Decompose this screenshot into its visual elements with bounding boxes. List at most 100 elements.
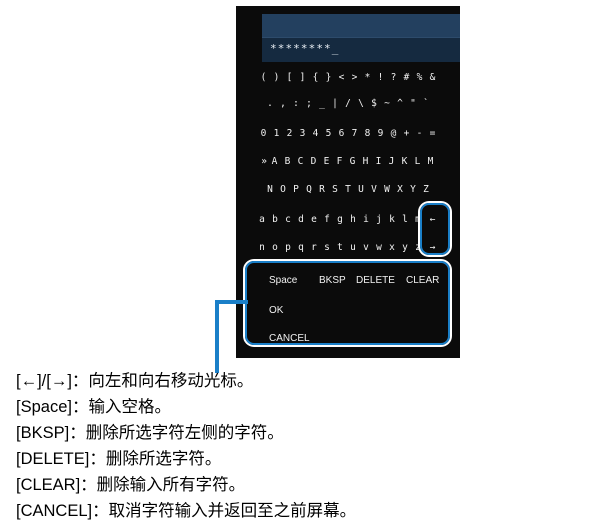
character-key[interactable]: 0 (257, 124, 270, 144)
character-row-uppercase-1[interactable]: » A B C D E F G H I J K L M (236, 152, 460, 172)
character-key[interactable]: , (277, 94, 290, 114)
character-key[interactable]: P (290, 180, 303, 200)
character-key[interactable]: G (346, 152, 359, 172)
character-key[interactable]: : (290, 94, 303, 114)
character-row-lowercase-1[interactable]: a b c d e f g h i j k l m ← (236, 210, 460, 230)
character-key[interactable]: ] (296, 68, 309, 88)
character-key[interactable]: 2 (283, 124, 296, 144)
character-key[interactable]: f (321, 210, 334, 230)
character-key[interactable]: W (381, 180, 394, 200)
character-row-uppercase-2[interactable]: NOPQRSTUVWXYZ (236, 180, 460, 200)
character-key[interactable]: N (264, 180, 277, 200)
character-key[interactable]: @ (387, 124, 400, 144)
character-key[interactable]: X (394, 180, 407, 200)
character-key[interactable]: U (355, 180, 368, 200)
character-key[interactable]: 1 (270, 124, 283, 144)
character-key[interactable]: \ (355, 94, 368, 114)
character-key[interactable]: s (321, 238, 334, 258)
character-key[interactable]: _ (316, 94, 329, 114)
ok-button[interactable]: OK (269, 302, 283, 320)
character-key[interactable]: ~ (381, 94, 394, 114)
character-key[interactable]: V (368, 180, 381, 200)
character-key[interactable]: n (256, 238, 269, 258)
character-row-lowercase-2[interactable]: n o p q r s t u v w x y z → (236, 238, 460, 258)
character-key[interactable]: k (386, 210, 399, 230)
character-key[interactable]: K (398, 152, 411, 172)
character-key[interactable]: C (294, 152, 307, 172)
character-key[interactable]: ` (420, 94, 433, 114)
character-key[interactable]: M (424, 152, 437, 172)
character-key[interactable]: p (282, 238, 295, 258)
character-key[interactable]: z (412, 238, 425, 258)
character-key[interactable]: 8 (361, 124, 374, 144)
character-key[interactable]: ^ (394, 94, 407, 114)
character-key[interactable]: = (426, 124, 439, 144)
character-key[interactable]: R (316, 180, 329, 200)
clear-button[interactable]: CLEAR (406, 272, 439, 290)
character-key[interactable]: S (329, 180, 342, 200)
character-key[interactable]: + (400, 124, 413, 144)
character-key[interactable]: Y (407, 180, 420, 200)
character-key[interactable]: B (281, 152, 294, 172)
arrow-left-icon[interactable]: ← (425, 210, 441, 230)
character-key[interactable]: ! (374, 68, 387, 88)
character-row-symbols-2[interactable]: .,:; _ | / \ $ ~ ^ " ` (236, 94, 460, 114)
character-key[interactable]: O (277, 180, 290, 200)
character-key[interactable]: F (333, 152, 346, 172)
character-key[interactable]: H (359, 152, 372, 172)
character-key[interactable]: Z (420, 180, 433, 200)
character-key[interactable]: x (386, 238, 399, 258)
character-key[interactable]: Q (303, 180, 316, 200)
character-key[interactable]: 3 (296, 124, 309, 144)
space-button[interactable]: Space (269, 272, 297, 290)
character-key[interactable]: w (373, 238, 386, 258)
character-key[interactable]: # (400, 68, 413, 88)
character-key[interactable]: J (385, 152, 398, 172)
character-key[interactable]: d (295, 210, 308, 230)
character-key[interactable]: a (256, 210, 269, 230)
character-key[interactable]: q (295, 238, 308, 258)
character-key[interactable]: u (347, 238, 360, 258)
character-key[interactable]: ) (270, 68, 283, 88)
character-key[interactable]: e (308, 210, 321, 230)
character-key[interactable]: t (334, 238, 347, 258)
character-key[interactable]: D (307, 152, 320, 172)
character-key[interactable]: 9 (374, 124, 387, 144)
character-key[interactable]: " (407, 94, 420, 114)
character-key[interactable]: o (269, 238, 282, 258)
character-key[interactable]: A (268, 152, 281, 172)
character-key[interactable]: L (411, 152, 424, 172)
delete-button[interactable]: DELETE (356, 272, 395, 290)
arrow-right-icon[interactable]: → (425, 238, 441, 258)
character-key[interactable]: 5 (322, 124, 335, 144)
character-key[interactable]: y (399, 238, 412, 258)
character-key[interactable]: % (413, 68, 426, 88)
character-key[interactable]: r (308, 238, 321, 258)
character-key[interactable]: - (413, 124, 426, 144)
character-key[interactable]: < (335, 68, 348, 88)
character-key[interactable]: [ (283, 68, 296, 88)
character-key[interactable]: b (269, 210, 282, 230)
character-key[interactable]: j (373, 210, 386, 230)
character-key[interactable]: | (329, 94, 342, 114)
character-key[interactable]: * (361, 68, 374, 88)
character-key[interactable]: m (412, 210, 425, 230)
character-row-symbols-1[interactable]: ()[]{} < > *!? #% & (236, 68, 460, 88)
character-key[interactable]: 4 (309, 124, 322, 144)
character-key[interactable]: > (348, 68, 361, 88)
character-key[interactable]: / (342, 94, 355, 114)
character-key[interactable]: c (282, 210, 295, 230)
character-key[interactable]: ( (257, 68, 270, 88)
character-key[interactable]: T (342, 180, 355, 200)
character-key[interactable]: l (399, 210, 412, 230)
character-key[interactable]: 6 (335, 124, 348, 144)
character-key[interactable]: E (320, 152, 333, 172)
character-key[interactable]: $ (368, 94, 381, 114)
character-row-digits[interactable]: 0 1 2 3 4 5 6 7 8 9 @ + - = (236, 124, 460, 144)
character-key[interactable]: i (360, 210, 373, 230)
character-key[interactable]: & (426, 68, 439, 88)
character-key[interactable]: } (322, 68, 335, 88)
password-input-field[interactable]: ********_ (262, 37, 460, 62)
character-key[interactable]: . (264, 94, 277, 114)
character-key[interactable]: { (309, 68, 322, 88)
